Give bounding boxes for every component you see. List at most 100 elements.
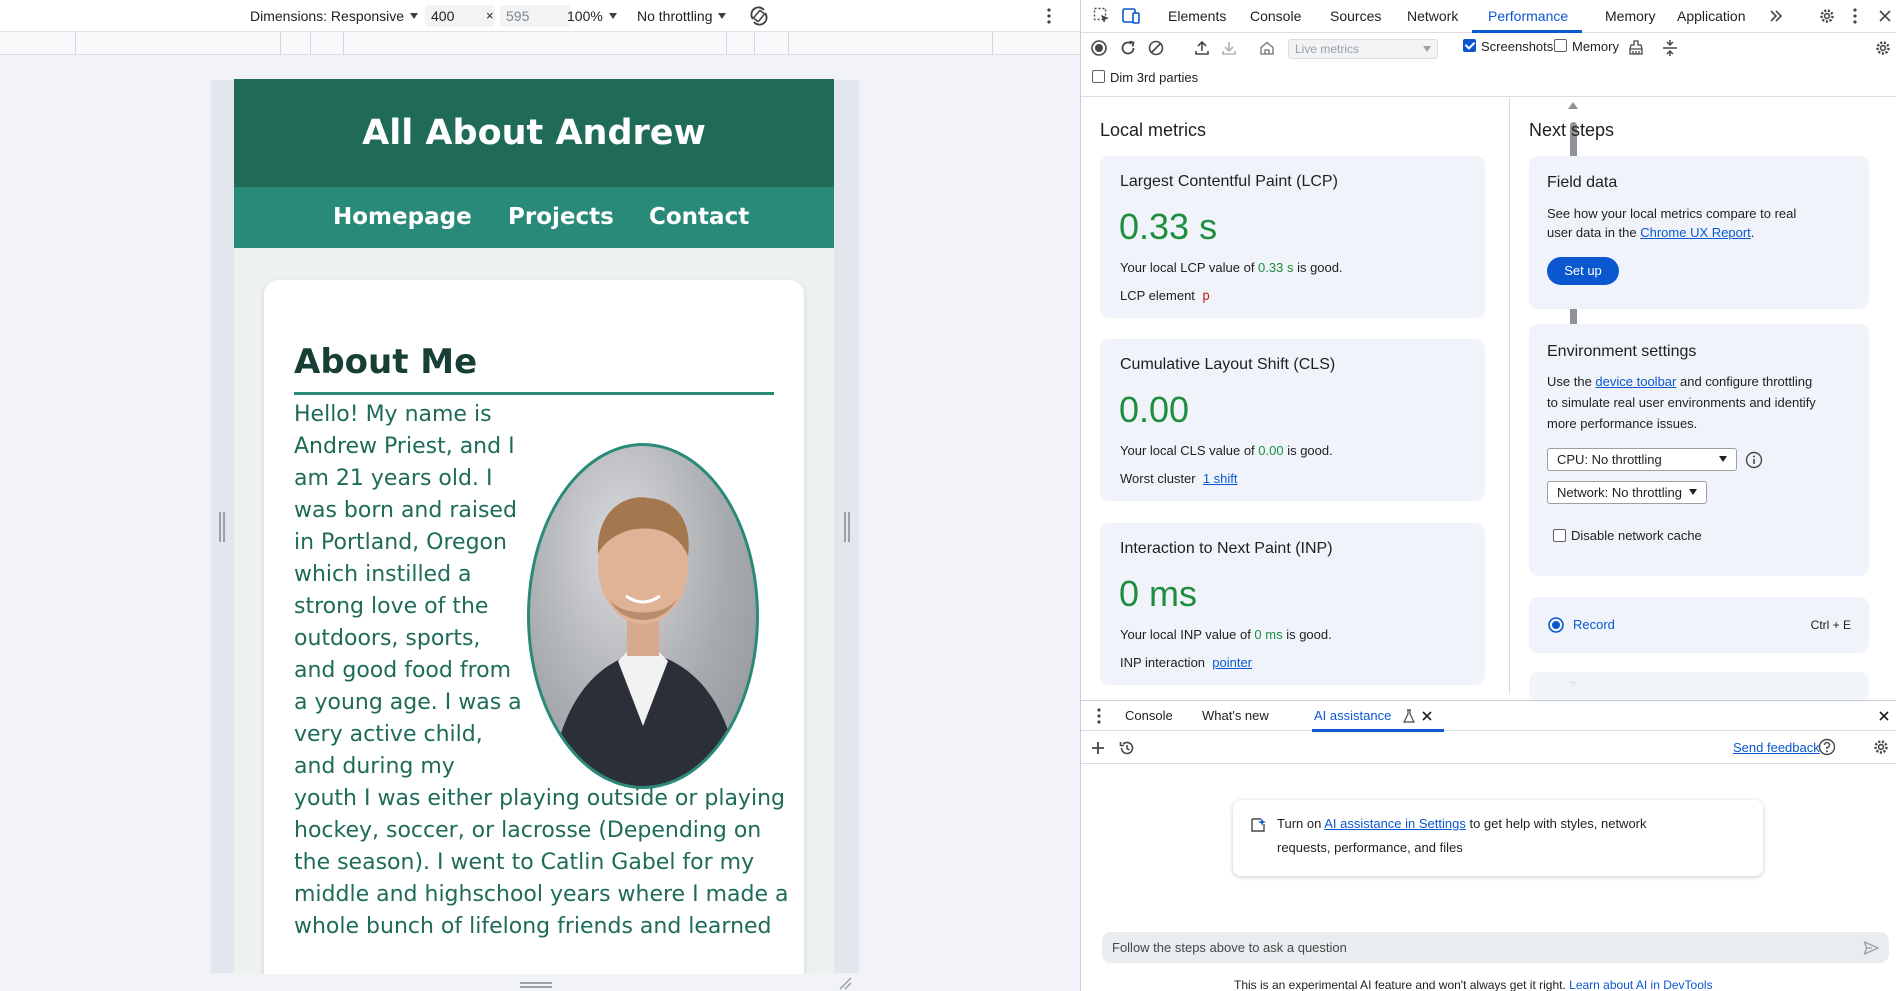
close-drawer-icon[interactable] bbox=[1878, 710, 1890, 722]
record-label: Record bbox=[1573, 617, 1615, 632]
resize-handle-right[interactable] bbox=[844, 512, 850, 542]
resize-handle-left[interactable] bbox=[219, 512, 225, 542]
chevron-down-icon bbox=[1423, 46, 1431, 52]
bio-line: Andrew Priest, and I bbox=[294, 434, 515, 459]
capture-settings-icon[interactable] bbox=[1659, 37, 1681, 59]
drawer-tab-console[interactable]: Console bbox=[1125, 701, 1173, 731]
close-devtools-icon[interactable] bbox=[1878, 9, 1892, 23]
info-icon[interactable] bbox=[1745, 451, 1763, 469]
learn-ai-link[interactable]: Learn about AI in DevTools bbox=[1569, 978, 1712, 991]
site-nav: Homepage Projects Contact bbox=[234, 187, 834, 248]
set-up-button[interactable]: Set up bbox=[1547, 257, 1619, 285]
tab-console[interactable]: Console bbox=[1250, 0, 1301, 33]
drawer-menu-icon[interactable] bbox=[1096, 708, 1102, 724]
drawer-tab-whats-new[interactable]: What's new bbox=[1202, 701, 1269, 731]
device-toolbar-link[interactable]: device toolbar bbox=[1595, 374, 1676, 389]
field-data-text: user data in the Chrome UX Report. bbox=[1547, 225, 1755, 240]
home-icon[interactable] bbox=[1256, 37, 1278, 59]
bio-line: and during my bbox=[294, 754, 455, 779]
clear-icon[interactable] bbox=[1145, 37, 1167, 59]
inp-interaction-link[interactable]: pointer bbox=[1212, 655, 1252, 670]
device-toggle-icon[interactable] bbox=[1121, 6, 1141, 26]
lcp-element-link[interactable]: p bbox=[1202, 289, 1210, 304]
local-metrics-column: Local metrics Largest Contentful Paint (… bbox=[1081, 98, 1509, 694]
inspect-element-icon[interactable] bbox=[1093, 7, 1111, 25]
environment-settings-card: Environment settings Use the device tool… bbox=[1529, 324, 1869, 576]
drawer-tab-ai-assistance[interactable]: AI assistance bbox=[1314, 701, 1391, 731]
resize-handle-bottom[interactable] bbox=[520, 982, 552, 988]
chevron-down-icon bbox=[608, 13, 617, 19]
dim-3rd-parties-checkbox[interactable] bbox=[1092, 70, 1105, 83]
bio-line: which instilled a bbox=[294, 562, 472, 587]
more-options-icon[interactable] bbox=[1046, 8, 1052, 24]
send-feedback-link[interactable]: Send feedback bbox=[1733, 740, 1820, 755]
cpu-throttling-select[interactable]: CPU: No throttling bbox=[1547, 448, 1737, 471]
dimensions-dropdown[interactable]: Dimensions: Responsive bbox=[250, 0, 419, 32]
tab-memory[interactable]: Memory bbox=[1605, 0, 1656, 33]
close-tab-icon[interactable] bbox=[1421, 710, 1433, 722]
settings-gear-icon[interactable] bbox=[1818, 7, 1836, 25]
send-icon[interactable] bbox=[1863, 940, 1879, 956]
site-title: All About Andrew bbox=[234, 79, 834, 187]
cls-title: Cumulative Layout Shift (CLS) bbox=[1120, 356, 1336, 373]
record-card[interactable]: Record Ctrl + E bbox=[1529, 597, 1869, 653]
worst-cluster-row: Worst cluster 1 shift bbox=[1120, 471, 1238, 486]
device-toolbar: Dimensions: Responsive 400 × 595 100% No… bbox=[0, 0, 1080, 32]
zoom-dropdown[interactable]: 100% bbox=[567, 0, 617, 32]
environment-text: Use the device toolbar and configure thr… bbox=[1547, 374, 1813, 389]
tab-application[interactable]: Application bbox=[1677, 0, 1746, 33]
tab-performance[interactable]: Performance bbox=[1488, 0, 1568, 33]
width-input[interactable]: 400 bbox=[425, 5, 495, 27]
chrome-ux-report-link[interactable]: Chrome UX Report bbox=[1640, 225, 1751, 240]
ai-settings-icon[interactable] bbox=[1872, 738, 1890, 756]
record-icon[interactable] bbox=[1088, 37, 1110, 59]
ai-toolbar: Send feedback bbox=[1081, 732, 1896, 764]
lcp-value: 0.33 s bbox=[1119, 206, 1218, 247]
live-metrics-select[interactable]: Live metrics bbox=[1288, 31, 1438, 59]
nav-link-homepage[interactable]: Homepage bbox=[333, 187, 472, 248]
panel-settings-icon[interactable] bbox=[1872, 37, 1894, 59]
lcp-card: Largest Contentful Paint (LCP) 0.33 s Yo… bbox=[1100, 156, 1485, 318]
customize-menu-icon[interactable] bbox=[1852, 8, 1858, 24]
reload-record-icon[interactable] bbox=[1117, 37, 1139, 59]
tab-network[interactable]: Network bbox=[1407, 0, 1458, 33]
media-query-ruler[interactable] bbox=[0, 32, 1080, 55]
screenshots-checkbox[interactable] bbox=[1463, 39, 1476, 52]
throttling-dropdown[interactable]: No throttling bbox=[637, 0, 727, 32]
rotate-icon[interactable] bbox=[748, 5, 770, 27]
active-tab-indicator bbox=[1472, 30, 1582, 33]
resize-corner-icon[interactable] bbox=[838, 976, 852, 990]
network-throttling-select[interactable]: Network: No throttling bbox=[1547, 481, 1707, 504]
chevron-down-icon bbox=[1719, 456, 1727, 462]
profile-photo bbox=[527, 443, 759, 789]
tab-sources[interactable]: Sources bbox=[1330, 0, 1381, 33]
next-step-card-partial bbox=[1529, 672, 1869, 702]
drawer-tabbar: Console What's new AI assistance bbox=[1081, 700, 1896, 732]
inp-value: 0 ms bbox=[1119, 573, 1198, 614]
tab-elements[interactable]: Elements bbox=[1168, 0, 1226, 33]
ai-question-input[interactable]: Follow the steps above to ask a question bbox=[1102, 932, 1889, 963]
garbage-collect-icon[interactable] bbox=[1625, 37, 1647, 59]
nav-link-contact[interactable]: Contact bbox=[649, 187, 749, 248]
cls-value: 0.00 bbox=[1119, 389, 1190, 430]
more-tabs-icon[interactable] bbox=[1769, 9, 1783, 23]
cls-card: Cumulative Layout Shift (CLS) 0.00 Your … bbox=[1100, 339, 1485, 501]
disable-cache-checkbox[interactable] bbox=[1553, 529, 1566, 542]
new-chat-icon[interactable] bbox=[1090, 740, 1106, 756]
ai-settings-link[interactable]: AI assistance in Settings bbox=[1324, 816, 1466, 831]
devtools-tabbar: Elements Console Sources Network Perform… bbox=[1081, 0, 1896, 33]
disable-cache-label: Disable network cache bbox=[1571, 528, 1702, 543]
height-input[interactable]: 595 bbox=[500, 5, 570, 27]
field-data-card: Field data See how your local metrics co… bbox=[1529, 156, 1869, 309]
environment-settings-title: Environment settings bbox=[1547, 343, 1697, 360]
screenshots-label: Screenshots bbox=[1481, 39, 1554, 54]
upload-icon[interactable] bbox=[1191, 37, 1213, 59]
local-metrics-heading: Local metrics bbox=[1100, 120, 1207, 140]
history-icon[interactable] bbox=[1118, 739, 1136, 757]
bio-line: whole bunch of lifelong friends and lear… bbox=[294, 914, 772, 939]
memory-checkbox[interactable] bbox=[1554, 39, 1567, 52]
nav-link-projects[interactable]: Projects bbox=[508, 187, 614, 248]
ai-sparkle-icon bbox=[1249, 816, 1267, 834]
worst-cluster-link[interactable]: 1 shift bbox=[1203, 471, 1238, 486]
help-icon[interactable] bbox=[1818, 738, 1836, 756]
